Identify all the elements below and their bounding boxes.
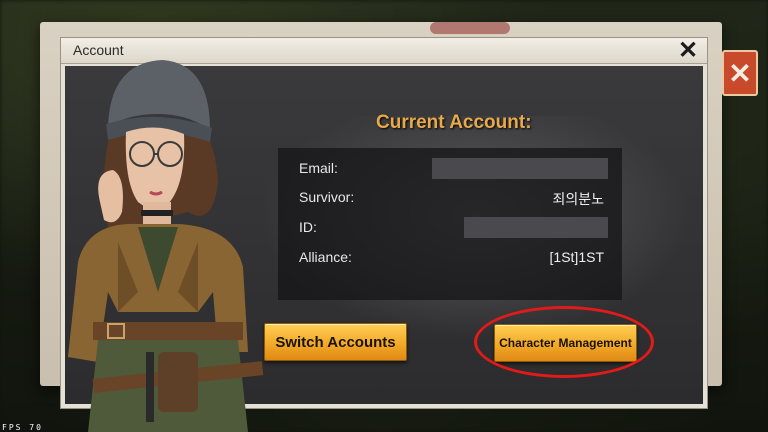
survivor-value: 죄의분노 (552, 191, 604, 207)
fps-label: FPS (2, 423, 23, 432)
highlight-ring (474, 306, 654, 378)
id-label: ID: (299, 219, 317, 235)
info-row-email: Email: (278, 158, 622, 180)
close-icon[interactable]: ✕ (675, 39, 701, 63)
email-redacted-value (432, 158, 608, 179)
survivor-label: Survivor: (299, 189, 355, 205)
paper-stain (430, 22, 510, 34)
info-row-alliance: Alliance: [1St]1ST (278, 247, 622, 269)
alliance-label: Alliance: (299, 249, 352, 265)
switch-accounts-button[interactable]: Switch Accounts (264, 323, 407, 361)
id-redacted-value (464, 217, 608, 238)
info-row-id: ID: (278, 217, 622, 239)
current-account-heading: Current Account: (376, 112, 532, 133)
alliance-value: [1St]1ST (549, 249, 604, 265)
email-label: Email: (299, 160, 338, 176)
fps-value: 70 (29, 423, 43, 432)
info-row-survivor: Survivor: 죄의분노 (278, 187, 622, 209)
character-portrait (68, 60, 264, 432)
account-info-panel: Email: Survivor: 죄의분노 ID: Alliance: [1St… (278, 148, 622, 300)
outer-close-icon[interactable]: ✕ (722, 50, 758, 96)
fps-counter: FPS 70 (2, 423, 43, 432)
